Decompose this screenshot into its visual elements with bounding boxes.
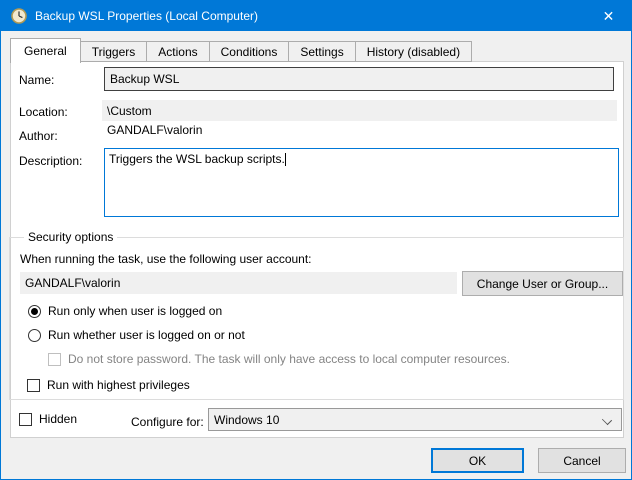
cancel-button[interactable]: Cancel [538,448,626,473]
tab-strip: General Triggers Actions Conditions Sett… [10,38,472,62]
text-caret [285,153,286,166]
close-icon: ✕ [603,8,615,25]
description-label: Description: [19,154,82,168]
checkbox-run-highest-privileges[interactable]: Run with highest privileges [27,378,190,392]
configure-for-label: Configure for: [131,415,204,429]
title-bar: Backup WSL Properties (Local Computer) ✕ [1,1,631,31]
checkbox-unchecked-icon [27,379,40,392]
author-label: Author: [19,129,58,143]
close-button[interactable]: ✕ [586,1,631,31]
configure-for-value: Windows 10 [214,413,279,427]
chevron-down-icon [603,416,611,424]
change-user-button[interactable]: Change User or Group... [462,271,623,296]
user-account-field: GANDALF\valorin [20,272,457,294]
ok-button[interactable]: OK [431,448,524,473]
description-textarea[interactable]: Triggers the WSL backup scripts. [104,148,619,217]
description-value: Triggers the WSL backup scripts. [109,152,285,166]
name-label: Name: [19,73,54,87]
checkbox-do-not-store-password: Do not store password. The task will onl… [48,352,510,366]
tab-conditions[interactable]: Conditions [210,41,290,62]
dialog-button-bar: OK Cancel [1,439,631,480]
radio-run-whether-logged-on[interactable]: Run whether user is logged on or not [28,328,245,342]
security-options-label: Security options [24,230,117,244]
user-account-value: GANDALF\valorin [25,276,120,290]
tab-triggers[interactable]: Triggers [81,41,148,62]
configure-for-dropdown[interactable]: Windows 10 [208,408,622,431]
checkbox-disabled-icon [48,353,61,366]
security-options-group: Security options When running the task, … [9,237,624,400]
radio-run-logged-on[interactable]: Run only when user is logged on [28,304,222,318]
name-value: Backup WSL [110,72,179,86]
checkbox-hidden[interactable]: Hidden [19,412,77,426]
task-scheduler-clock-icon [11,8,27,24]
location-label: Location: [19,105,68,119]
account-prompt: When running the task, use the following… [20,252,312,266]
checkbox-unchecked-icon [19,413,32,426]
location-value: \Custom [107,104,152,118]
tab-settings[interactable]: Settings [289,41,355,62]
properties-dialog: Backup WSL Properties (Local Computer) ✕… [0,0,632,480]
radio-selected-icon [28,305,41,318]
name-input[interactable]: Backup WSL [104,67,614,91]
radio-unselected-icon [28,329,41,342]
tab-actions[interactable]: Actions [147,41,209,62]
window-title: Backup WSL Properties (Local Computer) [35,9,258,23]
tab-history[interactable]: History (disabled) [356,41,472,62]
location-field: \Custom [102,100,617,121]
author-value: GANDALF\valorin [107,123,202,137]
tab-general[interactable]: General [10,38,81,63]
